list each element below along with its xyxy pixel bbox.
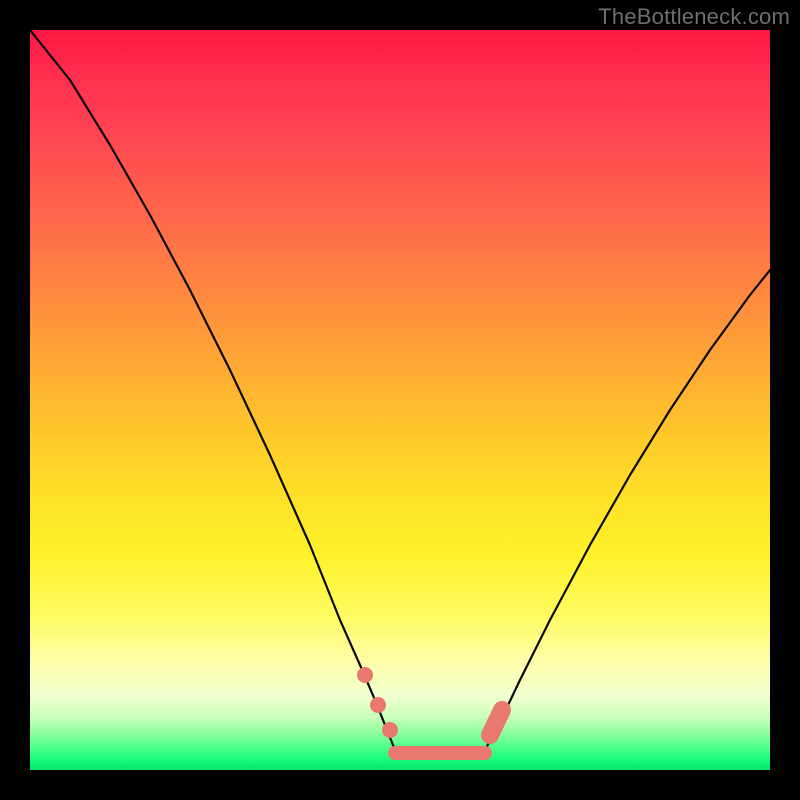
value-curve <box>30 30 770 758</box>
plot-svg <box>30 30 770 770</box>
chart-frame: TheBottleneck.com <box>0 0 800 800</box>
attribution-text: TheBottleneck.com <box>598 4 790 30</box>
marker-dot <box>382 722 398 738</box>
marker-dot <box>357 667 373 683</box>
plot-area <box>30 30 770 770</box>
marker-dot <box>370 697 386 713</box>
marker-pill-right <box>490 710 502 735</box>
